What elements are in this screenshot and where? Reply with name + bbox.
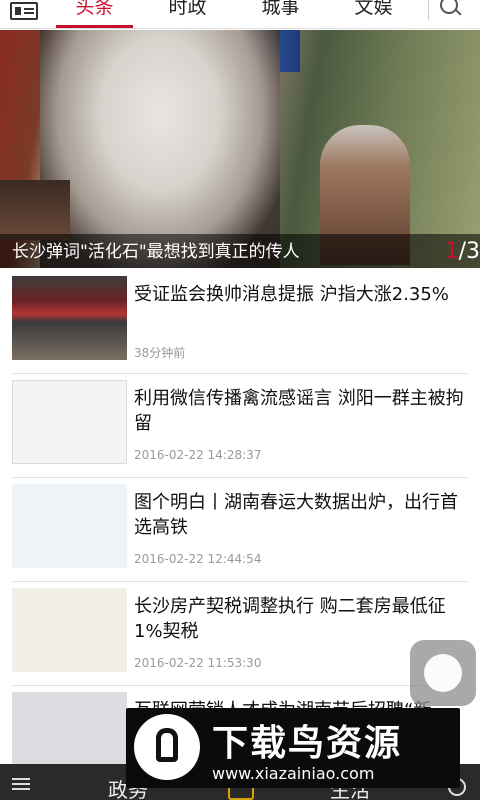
- tab-entertainment[interactable]: 文娱: [327, 0, 420, 28]
- news-headline[interactable]: 受证监会换帅消息提振 沪指大涨2.35%: [134, 282, 468, 307]
- tab-divider: [428, 0, 429, 20]
- top-tab-bar: 头条 时政 城事 文娱: [0, 0, 480, 29]
- hero-caption[interactable]: 长沙弹词"活化石"最想找到真正的传人: [12, 237, 300, 262]
- watermark-url: www.xiazainiao.com: [212, 764, 375, 783]
- news-headline[interactable]: 图个明白丨湖南春运大数据出炉，出行首选高铁: [134, 490, 468, 540]
- news-menu-icon[interactable]: [10, 2, 38, 20]
- hero-page-current: 1: [444, 239, 459, 264]
- news-thumbnail: [12, 588, 127, 672]
- search-icon[interactable]: [440, 0, 458, 14]
- news-time: 2016-02-22 14:28:37: [134, 448, 262, 462]
- list-item[interactable]: 图个明白丨湖南春运大数据出炉，出行首选高铁 2016-02-22 12:44:5…: [0, 478, 480, 582]
- news-thumbnail: [12, 380, 127, 464]
- bird-logo-icon: [134, 714, 200, 780]
- hamburger-menu-icon[interactable]: [12, 778, 30, 780]
- list-item[interactable]: 长沙房产契税调整执行 购二套房最低征1%契税 2016-02-22 11:53:…: [0, 582, 480, 686]
- news-time: 38分钟前: [134, 346, 186, 360]
- list-item[interactable]: 利用微信传播禽流感谣言 浏阳一群主被拘留 2016-02-22 14:28:37: [0, 374, 480, 478]
- category-tabs: 头条 时政 城事 文娱: [48, 0, 420, 28]
- news-time: 2016-02-22 11:53:30: [134, 656, 262, 670]
- hero-carousel[interactable]: 长沙弹词"活化石"最想找到真正的传人 1/3: [0, 30, 480, 268]
- hero-page-total: /3: [458, 239, 480, 264]
- list-item[interactable]: 受证监会换帅消息提振 沪指大涨2.35% 38分钟前: [0, 270, 480, 374]
- news-headline[interactable]: 长沙房产契税调整执行 购二套房最低征1%契税: [134, 594, 468, 644]
- tab-headlines[interactable]: 头条: [48, 0, 141, 28]
- floating-assistive-button[interactable]: [410, 640, 476, 706]
- hero-foreground-person: [40, 30, 280, 268]
- tab-politics[interactable]: 时政: [141, 0, 234, 28]
- tab-city[interactable]: 城事: [234, 0, 327, 28]
- watermark-overlay: 下载鸟资源 www.xiazainiao.com: [126, 708, 460, 788]
- hero-background-audience: [0, 180, 70, 240]
- watermark-title: 下载鸟资源: [212, 723, 403, 764]
- news-thumbnail: [12, 484, 127, 568]
- news-thumbnail: [12, 276, 127, 360]
- news-time: 2016-02-22 12:44:54: [134, 552, 262, 566]
- news-headline[interactable]: 利用微信传播禽流感谣言 浏阳一群主被拘留: [134, 386, 468, 436]
- hero-page-indicator: 1/3: [445, 239, 480, 264]
